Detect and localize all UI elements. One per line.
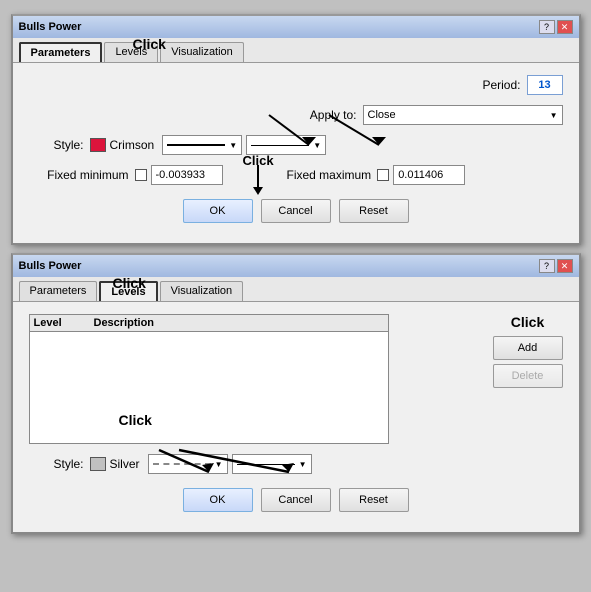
col-level-header: Level: [34, 317, 94, 329]
click-add-area: Click: [493, 314, 563, 332]
reset-button-top[interactable]: Reset: [339, 199, 409, 223]
help-button-bottom[interactable]: ?: [539, 259, 555, 273]
col-desc-header: Description: [94, 317, 384, 329]
delete-button[interactable]: Delete: [493, 364, 563, 388]
line-style-box2[interactable]: ▼: [246, 135, 326, 155]
apply-to-value: Close: [368, 109, 396, 121]
reset-button-bottom[interactable]: Reset: [339, 488, 409, 512]
close-button-bottom[interactable]: ✕: [557, 259, 573, 273]
click-add-label: Click: [493, 314, 563, 330]
color-swatch-silver[interactable]: [90, 457, 106, 471]
fixed-max-checkbox[interactable]: [377, 169, 389, 181]
fixed-max-label: Fixed maximum: [287, 168, 372, 182]
top-title-buttons: ? ✕: [539, 20, 573, 34]
cancel-button-bottom[interactable]: Cancel: [261, 488, 331, 512]
levels-table-header: Level Description: [30, 315, 388, 332]
ok-button-bottom[interactable]: OK: [183, 488, 253, 512]
top-dialog-body: Period: Apply to: Close ▼ Style: Crimson: [13, 63, 579, 243]
period-row: Period:: [29, 75, 563, 95]
close-button-top[interactable]: ✕: [557, 20, 573, 34]
fixed-min-checkbox[interactable]: [135, 169, 147, 181]
top-title-bar: Bulls Power ? ✕: [13, 16, 579, 38]
click-annotation-bottom-tabs: Click: [113, 275, 146, 291]
add-button[interactable]: Add: [493, 336, 563, 360]
help-button[interactable]: ?: [539, 20, 555, 34]
style-label-top: Style:: [29, 138, 84, 152]
dropdown-arrow-icon: ▼: [550, 111, 558, 120]
fixed-min-input[interactable]: [151, 165, 223, 185]
tab-parameters-bottom[interactable]: Parameters: [19, 281, 98, 301]
line-style-box1[interactable]: ▼: [162, 135, 242, 155]
fixed-min-label: Fixed minimum: [29, 168, 129, 182]
arrow-svg-bottom: [119, 428, 339, 478]
style-row-top: Style: Crimson ▼ ▼: [29, 135, 563, 155]
line-dropdown-arrow1: ▼: [229, 141, 237, 150]
bottom-tabs: Parameters Levels Visualization: [13, 277, 579, 302]
color-swatch-crimson[interactable]: [90, 138, 106, 152]
apply-to-dropdown[interactable]: Close ▼: [363, 105, 563, 125]
top-dialog: Bulls Power ? ✕ Click Parameters Levels …: [11, 14, 581, 245]
click-annotation-top: Click: [133, 36, 166, 52]
top-dialog-title: Bulls Power: [19, 21, 82, 33]
period-label: Period:: [482, 78, 520, 92]
apply-to-row: Apply to: Close ▼: [29, 105, 563, 125]
click-style-area: Click: [119, 412, 339, 478]
bottom-dialog-title: Bulls Power: [19, 260, 82, 272]
fixed-minmax-row: Fixed minimum Click Fixed maximum: [29, 165, 563, 185]
solid-line-icon: [167, 144, 225, 146]
bottom-title-bar: Bulls Power ? ✕: [13, 255, 579, 277]
click-label-middle: Click: [243, 153, 274, 168]
bottom-title-buttons: ? ✕: [539, 259, 573, 273]
click-style-label: Click: [119, 412, 152, 428]
apply-to-label: Apply to:: [310, 108, 357, 122]
style-label-bottom: Style:: [29, 457, 84, 471]
tab-visualization-top[interactable]: Visualization: [160, 42, 244, 62]
style-row-bottom: Style: Silver ▼ ▼ Click: [29, 454, 563, 474]
solid-line-icon2: [251, 145, 309, 146]
period-input[interactable]: [527, 75, 563, 95]
bottom-dialog-body: Level Description Click Add Delete: [13, 302, 579, 532]
ok-button-top[interactable]: OK: [183, 199, 253, 223]
top-dialog-buttons: OK Cancel Reset: [29, 199, 563, 231]
color-name-crimson: Crimson: [110, 138, 155, 152]
tab-parameters-top[interactable]: Parameters: [19, 42, 103, 62]
cancel-button-top[interactable]: Cancel: [261, 199, 331, 223]
side-buttons: Click Add Delete: [493, 314, 563, 388]
line-dropdown-arrow2: ▼: [313, 141, 321, 150]
tab-visualization-bottom[interactable]: Visualization: [160, 281, 244, 301]
bottom-dialog: Bulls Power ? ✕ Click Parameters Levels …: [11, 253, 581, 534]
fixed-max-input[interactable]: [393, 165, 465, 185]
top-tabs: Parameters Levels Visualization: [13, 38, 579, 63]
bottom-dialog-buttons: OK Cancel Reset: [29, 488, 563, 520]
